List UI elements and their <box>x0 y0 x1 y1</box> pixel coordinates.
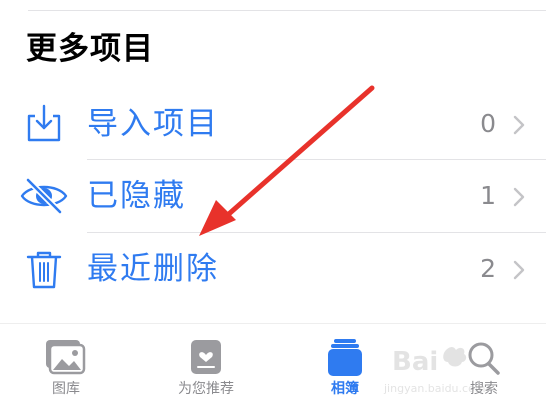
photo-library-icon <box>46 340 86 375</box>
row-count: 0 <box>480 109 496 138</box>
tab-label: 图库 <box>52 381 80 397</box>
row-label: 最近删除 <box>87 251 219 287</box>
top-divider <box>28 10 546 11</box>
eye-slash-icon <box>20 177 68 215</box>
row-label: 已隐藏 <box>87 178 186 214</box>
photos-albums-screen: 更多项目 导入项目 0 已隐藏 1 最近删除 2 图库 为您推荐 相簿 搜索 B… <box>0 0 546 401</box>
tab-label: 为您推荐 <box>178 381 234 397</box>
row-import-items[interactable]: 导入项目 0 <box>0 88 546 160</box>
tab-for-you[interactable]: 为您推荐 <box>146 330 266 400</box>
chevron-right-icon <box>513 115 525 135</box>
row-count: 1 <box>480 181 496 210</box>
row-hidden[interactable]: 已隐藏 1 <box>0 160 546 232</box>
trash-icon <box>26 251 62 289</box>
chevron-right-icon <box>513 187 525 207</box>
row-count: 2 <box>480 254 496 283</box>
import-icon <box>27 104 61 142</box>
tab-bar-divider <box>0 323 546 324</box>
tab-library[interactable]: 图库 <box>6 330 126 400</box>
svg-text:Bai: Bai <box>392 347 438 377</box>
svg-text:jingyan.baidu.com: jingyan.baidu.com <box>383 382 486 395</box>
watermark-logo: Bai jingyan.baidu.com <box>383 347 486 395</box>
chevron-right-icon <box>513 260 525 280</box>
for-you-icon <box>191 340 221 374</box>
row-recently-deleted[interactable]: 最近删除 2 <box>0 233 546 305</box>
albums-icon <box>328 339 362 376</box>
row-label: 导入项目 <box>87 106 219 142</box>
section-title: 更多项目 <box>26 31 154 67</box>
